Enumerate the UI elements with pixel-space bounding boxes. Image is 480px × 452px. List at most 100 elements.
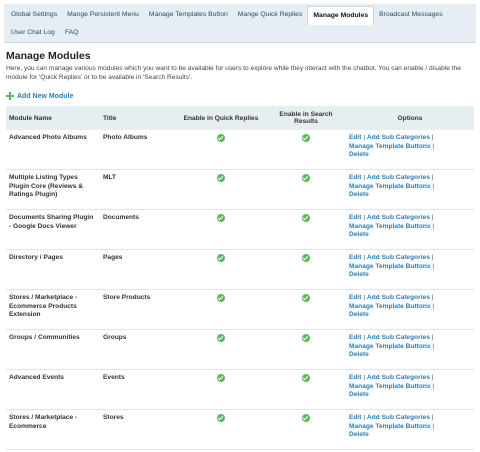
- tab-bar: Global Settings Mange Persistent Menu Mana…: [4, 4, 476, 43]
- add-sub-categories-link[interactable]: Add Sub Categories: [367, 294, 430, 301]
- module-title-cell: Photo Albums: [100, 130, 176, 170]
- check-circle-icon[interactable]: [217, 174, 225, 182]
- manage-template-buttons-link[interactable]: Manage Template Buttons: [349, 423, 431, 430]
- option-separator-text: |: [431, 174, 434, 181]
- add-sub-categories-link[interactable]: Add Sub Categories: [367, 414, 430, 421]
- tab-global-settings[interactable]: Global Settings: [6, 6, 62, 24]
- options-cell: Edit | Add Sub Categories | Manage Templa…: [346, 169, 474, 210]
- check-circle-icon[interactable]: [217, 294, 225, 302]
- edit-link[interactable]: Edit: [349, 294, 361, 301]
- manage-template-buttons-link[interactable]: Manage Template Buttons: [349, 343, 431, 350]
- option-separator-text: |: [432, 342, 435, 350]
- edit-link[interactable]: Edit: [349, 414, 361, 421]
- tab-manage-templates-button[interactable]: Manage Templates Button: [144, 6, 233, 24]
- manage-template-buttons-link[interactable]: Manage Template Buttons: [349, 223, 431, 230]
- add-new-module-label: Add New Module: [17, 92, 74, 100]
- add-sub-categories-link[interactable]: Add Sub Categories: [367, 134, 430, 141]
- option-separator: |: [431, 302, 435, 310]
- edit-link[interactable]: Edit: [349, 334, 361, 341]
- option-separator-text: |: [432, 222, 435, 230]
- quick-replies-cell: [176, 409, 266, 450]
- option-separator: |: [361, 254, 365, 261]
- manage-template-buttons-link[interactable]: Manage Template Buttons: [349, 263, 431, 270]
- option-separator: |: [361, 174, 365, 181]
- delete-link[interactable]: Delete: [349, 391, 369, 398]
- quick-replies-cell: [176, 369, 266, 410]
- check-circle-icon[interactable]: [302, 174, 310, 182]
- check-circle-icon[interactable]: [217, 134, 225, 142]
- header-search-results: Enable in Search Results: [279, 111, 333, 125]
- option-separator: |: [361, 414, 365, 421]
- header-quick-replies: Enable in Quick Replies: [183, 114, 259, 122]
- modules-table: Module Name Title Enable in Quick Replie…: [6, 106, 474, 450]
- option-separator: |: [430, 214, 434, 221]
- option-separator: |: [431, 342, 435, 350]
- option-separator: |: [361, 214, 365, 221]
- table-row: Stores / Marketplace - Ecommerce Product…: [6, 289, 474, 330]
- option-separator-text: |: [431, 294, 434, 301]
- add-sub-categories-link[interactable]: Add Sub Categories: [367, 214, 430, 221]
- options-cell: Edit | Add Sub Categories | Manage Templa…: [346, 130, 474, 170]
- check-circle-icon[interactable]: [302, 334, 310, 342]
- page-title: Manage Modules: [6, 50, 91, 62]
- delete-link[interactable]: Delete: [349, 231, 369, 238]
- add-sub-categories-link[interactable]: Add Sub Categories: [367, 254, 430, 261]
- search-results-cell: [266, 209, 346, 250]
- manage-template-buttons-link[interactable]: Manage Template Buttons: [349, 383, 431, 390]
- check-circle-icon[interactable]: [302, 414, 310, 422]
- option-separator: |: [430, 294, 434, 301]
- manage-template-buttons-link[interactable]: Manage Template Buttons: [349, 303, 431, 310]
- module-name-cell: Groups / Communities: [6, 329, 100, 370]
- tab-faq[interactable]: FAQ: [60, 24, 84, 42]
- check-circle-icon[interactable]: [302, 254, 310, 262]
- check-circle-icon[interactable]: [302, 134, 310, 142]
- delete-link[interactable]: Delete: [349, 351, 369, 358]
- page-description: Here, you can manage various modules whi…: [6, 65, 461, 81]
- check-circle-icon[interactable]: [217, 334, 225, 342]
- add-new-module-link[interactable]: Add New Module: [6, 92, 474, 100]
- module-name-cell: Directory / Pages: [6, 249, 100, 290]
- tab-mange-persistent-menu[interactable]: Mange Persistent Menu: [62, 6, 144, 24]
- edit-link[interactable]: Edit: [349, 134, 361, 141]
- delete-link[interactable]: Delete: [349, 191, 369, 198]
- check-circle-icon[interactable]: [217, 214, 225, 222]
- check-circle-icon[interactable]: [302, 294, 310, 302]
- edit-link[interactable]: Edit: [349, 374, 361, 381]
- header-module-name: Module Name: [9, 114, 52, 122]
- option-separator: |: [431, 143, 434, 150]
- add-sub-categories-link[interactable]: Add Sub Categories: [367, 334, 430, 341]
- delete-link[interactable]: Delete: [349, 311, 369, 318]
- edit-link[interactable]: Edit: [349, 254, 361, 261]
- option-separator-text: |: [432, 302, 435, 310]
- quick-replies-cell: [176, 130, 266, 170]
- check-circle-icon[interactable]: [302, 374, 310, 382]
- module-title-cell: Events: [100, 369, 176, 410]
- tab-user-chat-log[interactable]: User Chat Log: [6, 24, 60, 42]
- check-circle-icon[interactable]: [302, 214, 310, 222]
- module-title-cell: Pages: [100, 249, 176, 290]
- module-title-cell: Groups: [100, 329, 176, 370]
- option-separator: |: [430, 374, 434, 381]
- add-sub-categories-link[interactable]: Add Sub Categories: [367, 374, 430, 381]
- delete-link[interactable]: Delete: [349, 431, 369, 438]
- tab-mange-quick-replies[interactable]: Mange Quick Replies: [233, 6, 308, 24]
- option-separator-text: |: [431, 214, 434, 221]
- edit-link[interactable]: Edit: [349, 174, 361, 181]
- check-circle-icon[interactable]: [217, 374, 225, 382]
- tab-manage-modules[interactable]: Manage Modules: [307, 6, 375, 25]
- option-separator: |: [431, 263, 434, 270]
- module-title-cell: Stores: [100, 409, 176, 450]
- option-separator: |: [361, 134, 365, 141]
- tab-broadcast-messages[interactable]: Broadcast Messages: [374, 6, 447, 24]
- delete-link[interactable]: Delete: [349, 271, 369, 278]
- manage-template-buttons-link[interactable]: Manage Template Buttons: [349, 183, 431, 190]
- option-separator-text: |: [363, 214, 366, 221]
- check-circle-icon[interactable]: [217, 414, 225, 422]
- check-circle-icon[interactable]: [217, 254, 225, 262]
- add-sub-categories-link[interactable]: Add Sub Categories: [367, 174, 430, 181]
- option-separator-text: |: [363, 374, 366, 381]
- delete-link[interactable]: Delete: [349, 151, 369, 158]
- manage-template-buttons-link[interactable]: Manage Template Buttons: [349, 143, 431, 150]
- module-name-cell: Stores / Marketplace - Ecommerce: [6, 409, 100, 450]
- edit-link[interactable]: Edit: [349, 214, 361, 221]
